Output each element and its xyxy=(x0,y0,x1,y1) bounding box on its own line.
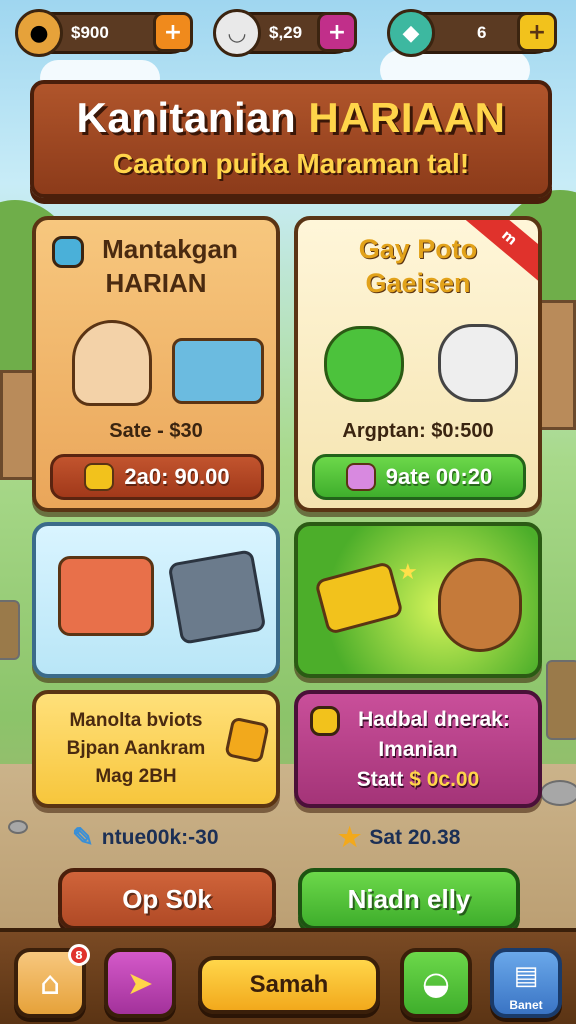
paw-icon xyxy=(345,463,376,491)
star-sparkle-icon: ★ xyxy=(398,560,418,585)
pets-title-line1: Gay Poto xyxy=(358,234,478,264)
tablet-tool-icon xyxy=(167,549,267,645)
treasure-chest-icon xyxy=(58,556,154,636)
stat-left: ✎ ntue00k:-30 xyxy=(72,822,219,853)
daily-task-title-line1: Mantakgan xyxy=(102,234,238,264)
right-action-button[interactable]: Niadn elly xyxy=(298,868,520,930)
cookie-icon: ● xyxy=(15,9,63,57)
nav-menu-label: Banet xyxy=(509,998,543,1012)
ticket-icon xyxy=(314,560,404,636)
pets-card[interactable]: m Gay Poto Gaeisen Argptan: $0:500 9ate … xyxy=(294,216,542,512)
left-action-button[interactable]: Op S0k xyxy=(58,868,276,930)
bonus-line3: Statt $ 0c.00 xyxy=(298,768,538,792)
gems-value: $,29 xyxy=(269,23,303,42)
resource-gems: ◡ $,29 + xyxy=(213,9,357,57)
stat-right: ★ Sat 20.38 xyxy=(338,822,460,853)
bonus-line3-value: $ 0c.00 xyxy=(409,768,480,791)
pets-button-label: 9ate 00:20 xyxy=(385,464,493,489)
nav-pet-button[interactable]: ◒ xyxy=(400,948,472,1018)
home-notification-badge: 8 xyxy=(68,944,90,966)
bonus-line2: Imanian xyxy=(378,738,458,761)
green-bear-icon xyxy=(324,326,404,402)
house-icon: ⌂ xyxy=(39,964,61,1002)
crafting-card[interactable] xyxy=(32,522,280,678)
add-gems-button[interactable]: + xyxy=(317,12,357,52)
gem-icon: ◆ xyxy=(387,9,435,57)
bonus-line1: Hadbal dnerak: xyxy=(358,708,510,731)
add-cookies-button[interactable]: + xyxy=(153,12,193,52)
cookies-value: $900 xyxy=(71,23,109,42)
nav-menu-button[interactable]: ▤ Banet xyxy=(490,948,562,1018)
dog-icon xyxy=(438,558,522,652)
bonus-card[interactable]: Hadbal dnerak: Imanian Statt $ 0c.00 xyxy=(294,690,542,808)
stat-right-text: Sat 20.38 xyxy=(369,825,461,849)
nav-main-button[interactable]: Samah xyxy=(198,956,380,1014)
stat-left-text: ntue00k:-30 xyxy=(101,825,219,849)
left-action-label: Op S0k xyxy=(122,883,212,914)
pets-button[interactable]: 9ate 00:20 xyxy=(312,454,526,500)
daily-task-button[interactable]: 2a0: 90.00 xyxy=(50,454,264,500)
nav-main-label: Samah xyxy=(249,971,329,998)
toy-blocks-icon xyxy=(172,338,264,404)
banner-title: Kanitanian HARIAAN xyxy=(34,94,548,142)
daily-task-button-label: 2a0: 90.00 xyxy=(124,464,230,489)
star-icon: ★ xyxy=(338,822,362,852)
puppy-reward-card[interactable]: ★ xyxy=(294,522,542,678)
bowl-icon: ◡ xyxy=(213,9,261,57)
quest-line3: Mag 2BH xyxy=(95,766,177,787)
coin-jar-icon xyxy=(84,463,115,491)
bonus-line3-prefix: Statt xyxy=(356,768,404,791)
resource-energy: ◆ 6 + xyxy=(387,9,557,57)
dino-icon: ◒ xyxy=(422,964,450,1002)
gold-gem-icon xyxy=(224,716,270,764)
bottom-nav: ⌂ 8 ➤ Samah ◒ ▤ Banet xyxy=(0,928,576,1024)
daily-task-title-line2: HARIAN xyxy=(105,268,207,298)
banner-title-main: Kanitanian xyxy=(76,94,297,141)
rocket-icon: ➤ xyxy=(126,964,154,1002)
document-icon: ▤ xyxy=(513,961,539,991)
resource-cookies: ● $900 + xyxy=(15,9,193,57)
right-action-label: Niadn elly xyxy=(347,883,471,914)
resource-bar: ● $900 + ◡ $,29 + ◆ 6 + xyxy=(0,0,576,76)
child-character-icon xyxy=(72,320,152,406)
add-energy-button[interactable]: + xyxy=(517,12,557,52)
nav-rocket-button[interactable]: ➤ xyxy=(104,948,176,1018)
pets-title-line2: Gaeisen xyxy=(365,268,471,298)
daily-banner: Kanitanian HARIAAN Caaton puika Maraman … xyxy=(30,80,552,198)
daily-task-card[interactable]: Mantakgan HARIAN Sate - $30 2a0: 90.00 xyxy=(32,216,280,512)
puppy-icon xyxy=(438,324,518,402)
pets-meta: Argptan: $0:500 xyxy=(342,420,494,442)
daily-task-meta: Sate - $30 xyxy=(109,420,203,442)
pen-icon: ✎ xyxy=(72,822,94,852)
banner-subtitle: Caaton puika Maraman tal! xyxy=(112,148,470,179)
nav-home-button[interactable]: ⌂ 8 xyxy=(14,944,90,1018)
banner-title-highlight: HARIAAN xyxy=(308,94,506,141)
energy-value: 6 xyxy=(477,23,487,42)
quest-card[interactable]: Manolta bviots Bjpan Aankram Mag 2BH xyxy=(32,690,280,808)
